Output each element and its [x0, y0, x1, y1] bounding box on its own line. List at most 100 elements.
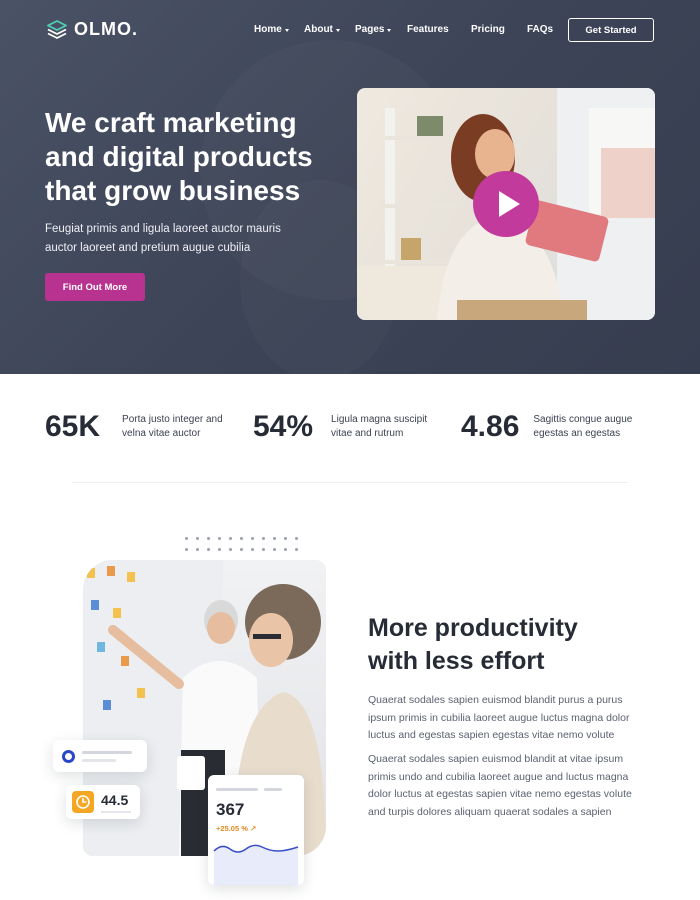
feature-title-line: with less effort — [368, 647, 545, 675]
hero-subtitle: Feugiat primis and ligula laoreet auctor… — [45, 220, 325, 258]
hero-video-thumbnail[interactable] — [357, 88, 655, 320]
radio-circle-icon — [62, 750, 75, 763]
hero-title-line: We craft marketing — [45, 107, 297, 138]
decorative-dot — [295, 537, 298, 540]
caret-down-icon — [284, 28, 289, 32]
stat-description: Porta justo integer and velna vitae auct… — [122, 413, 232, 441]
stats-card-change: +25.05 % ↗ — [216, 824, 256, 833]
stat-value: 65K — [45, 410, 101, 443]
feature-paragraph: Quaerat sodales sapien euismod blandit p… — [368, 692, 648, 745]
caret-down-icon — [335, 28, 340, 32]
timer-value: 44.5 — [101, 792, 129, 808]
placeholder-line — [82, 759, 116, 762]
decorative-dot — [284, 548, 287, 551]
stat-description-line: velna vitae auctor — [122, 428, 201, 439]
decorative-dot — [273, 548, 276, 551]
stat-description-line: Ligula magna suscipit — [331, 414, 428, 425]
stat-description-line: vitae and rutrum — [331, 428, 404, 439]
decorative-dot — [262, 548, 265, 551]
decorative-dot — [196, 537, 199, 540]
placeholder-line — [82, 751, 132, 754]
feature-paragraph-line: and turpis dolores aliquam quaerat sodal… — [368, 805, 612, 818]
play-video-button[interactable] — [473, 171, 539, 237]
placeholder-line — [264, 788, 282, 791]
feature-title: More productivity with less effort — [368, 612, 638, 678]
placeholder-line — [101, 811, 131, 813]
decorative-dot — [185, 548, 188, 551]
stats-card-value: 367 — [216, 800, 245, 819]
hero-title-line: and digital products — [45, 141, 313, 172]
stat-description-line: egestas an egestas — [533, 428, 621, 439]
task-card — [53, 740, 147, 772]
top-navigation: OLMO. Home About Pages Features Pricing … — [0, 0, 700, 60]
play-icon — [498, 191, 520, 217]
nav-item-label: FAQs — [527, 24, 554, 35]
nav-item-pricing[interactable]: Pricing — [471, 24, 505, 35]
clock-icon — [72, 791, 94, 813]
feature-paragraph-line: dolor luctus at egestas sapien vitae nem… — [368, 788, 632, 800]
hero-subtitle-line: auctor laoreet and pretium augue cubilia — [45, 242, 251, 254]
stat-value: 54% — [253, 410, 314, 443]
nav-item-home[interactable]: Home — [254, 24, 289, 35]
stat-description-line: Sagittis congue augue — [533, 414, 633, 425]
decorative-dot — [240, 537, 243, 540]
get-started-button[interactable]: Get Started — [568, 18, 654, 42]
find-out-more-button[interactable]: Find Out More — [45, 273, 145, 301]
stat-description: Sagittis congue augue egestas an egestas — [533, 413, 643, 441]
feature-paragraph-line: Quaerat sodales sapien euismod blandit p… — [368, 694, 623, 706]
nav-item-label: Pricing — [471, 24, 505, 35]
sparkline-icon — [213, 844, 299, 885]
stats-card: 367 +25.05 % ↗ — [208, 775, 304, 885]
stat-item: 4.86 Sagittis congue augue egestas an eg… — [461, 410, 643, 444]
decorative-dot-grid — [185, 537, 305, 555]
nav-item-about[interactable]: About — [304, 24, 340, 35]
stat-description: Ligula magna suscipit vitae and rutrum — [331, 413, 441, 441]
stat-item: 54% Ligula magna suscipit vitae and rutr… — [253, 410, 441, 444]
decorative-dot — [207, 537, 210, 540]
feature-paragraph-line: luctus and egestas sapien egestas vitae … — [368, 729, 615, 741]
decorative-dot — [196, 548, 199, 551]
hero-title: We craft marketing and digital products … — [45, 106, 335, 208]
feature-paragraph: Quaerat sodales sapien euismod blandit a… — [368, 751, 648, 821]
hero-section: OLMO. Home About Pages Features Pricing … — [0, 0, 700, 374]
decorative-dot — [262, 537, 265, 540]
nav-item-label: Pages — [355, 24, 385, 35]
logo[interactable]: OLMO. — [46, 19, 138, 40]
feature-title-line: More productivity — [368, 614, 578, 642]
nav-item-features[interactable]: Features — [407, 24, 449, 35]
decorative-dot — [229, 548, 232, 551]
decorative-dot — [273, 537, 276, 540]
feature-paragraph-line: Quaerat sodales sapien euismod blandit a… — [368, 753, 624, 765]
stats-card-change-text: +25.05 % — [216, 824, 248, 833]
decorative-dot — [251, 537, 254, 540]
nav-item-pages[interactable]: Pages — [355, 24, 392, 35]
decorative-dot — [185, 537, 188, 540]
decorative-dot — [284, 537, 287, 540]
timer-card: 44.5 — [66, 785, 140, 819]
hero-title-line: that grow business — [45, 175, 301, 206]
decorative-dot — [218, 537, 221, 540]
caret-down-icon — [387, 28, 392, 32]
stat-value: 4.86 — [461, 410, 520, 443]
nav-item-label: Home — [254, 24, 282, 35]
stat-description-line: Porta justo integer and — [122, 414, 223, 425]
nav-item-label: About — [304, 24, 333, 35]
decorative-dot — [218, 548, 221, 551]
stat-item: 65K Porta justo integer and velna vitae … — [45, 410, 232, 444]
decorative-dot — [251, 548, 254, 551]
decorative-dot — [207, 548, 210, 551]
nav-item-label: Features — [407, 24, 449, 35]
nav-item-faqs[interactable]: FAQs — [527, 24, 553, 35]
stats-section: 65K Porta justo integer and velna vitae … — [0, 374, 700, 484]
feature-paragraph-line: ipsum primis in cubilia laoreet augue lu… — [368, 711, 630, 724]
trend-up-icon: ↗ — [250, 824, 257, 833]
decorative-dot — [240, 548, 243, 551]
section-divider — [72, 482, 628, 483]
logo-layers-icon — [47, 19, 67, 39]
logo-text: OLMO. — [74, 19, 138, 39]
hero-subtitle-line: Feugiat primis and ligula laoreet auctor… — [45, 223, 281, 235]
decorative-dot — [229, 537, 232, 540]
feature-paragraph-line: primis undo and cubilia laoreet augue an… — [368, 770, 629, 783]
placeholder-line — [216, 788, 258, 791]
decorative-dot — [295, 548, 298, 551]
